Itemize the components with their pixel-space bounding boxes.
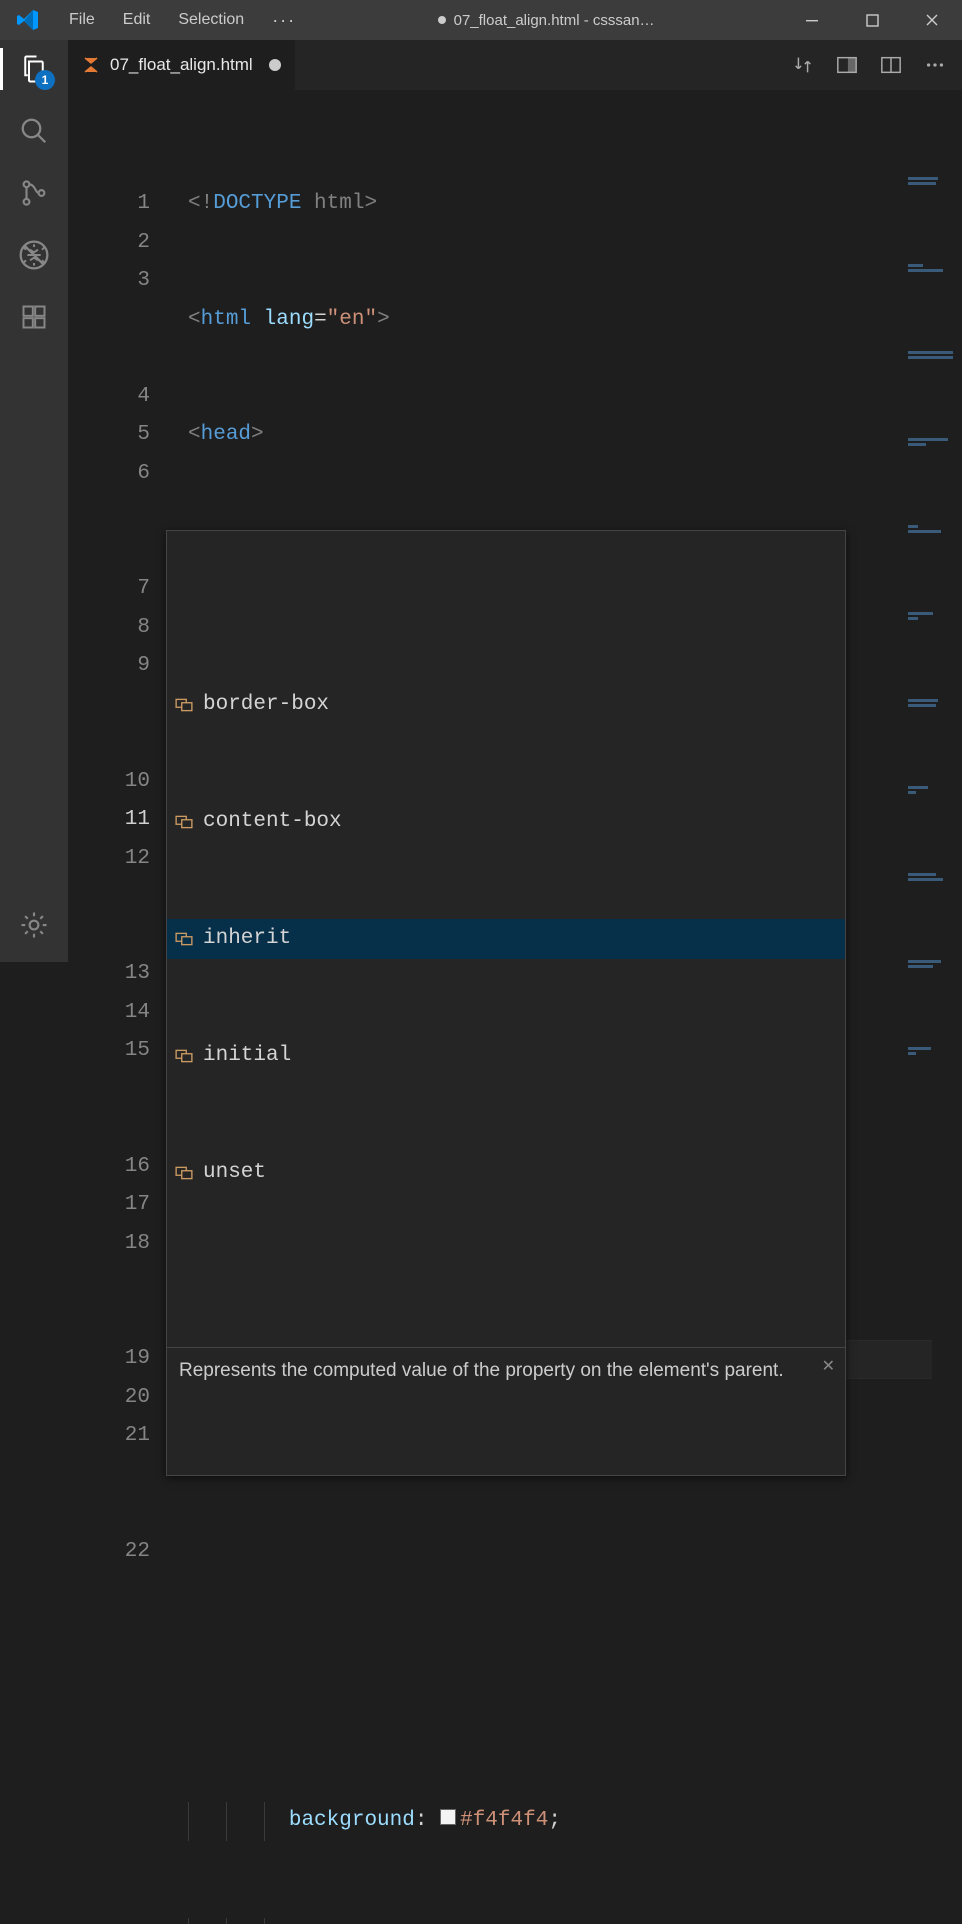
tab-filename: 07_float_align.html	[110, 55, 253, 75]
minimap[interactable]	[908, 100, 958, 1134]
settings-gear-icon[interactable]	[17, 908, 51, 942]
suggestion-documentation: Represents the computed value of the pro…	[167, 1347, 845, 1398]
suggestion-item[interactable]: unset	[167, 1153, 845, 1193]
close-button[interactable]	[902, 0, 962, 40]
suggestion-item[interactable]: initial	[167, 1036, 845, 1076]
main-menu: File Edit Selection ···	[55, 0, 310, 40]
split-editor-icon[interactable]	[878, 52, 904, 78]
enum-icon	[175, 1047, 193, 1065]
html-file-icon	[82, 56, 100, 74]
enum-icon	[175, 1164, 193, 1182]
explorer-icon[interactable]: 1	[17, 52, 51, 86]
tab-unsaved-dot	[269, 59, 281, 71]
menu-file[interactable]: File	[55, 0, 109, 40]
suggestion-item[interactable]: border-box	[167, 685, 845, 725]
source-control-icon[interactable]	[17, 176, 51, 210]
window-title: 07_float_align.html - csssan…	[310, 12, 782, 29]
suggestion-list[interactable]: border-box content-box inherit initial u…	[167, 608, 845, 1270]
suggestion-widget[interactable]: border-box content-box inherit initial u…	[166, 530, 846, 1476]
titlebar: File Edit Selection ··· 07_float_align.h…	[0, 0, 962, 40]
activity-bar: 1	[0, 40, 68, 962]
menu-edit[interactable]: Edit	[109, 0, 165, 40]
menu-overflow[interactable]: ···	[258, 0, 310, 40]
enum-icon	[175, 696, 193, 714]
unsaved-indicator-dot	[438, 16, 446, 24]
enum-icon	[175, 813, 193, 831]
debug-icon[interactable]	[17, 238, 51, 272]
color-swatch[interactable]	[440, 1809, 456, 1825]
editor[interactable]: 07_float_align.html 123 456 789 101112 1…	[68, 40, 962, 962]
tab-actions	[790, 40, 962, 90]
window-controls	[782, 0, 962, 40]
search-icon[interactable]	[17, 114, 51, 148]
enum-icon	[175, 930, 193, 948]
menu-selection[interactable]: Selection	[164, 0, 258, 40]
more-actions-icon[interactable]	[922, 52, 948, 78]
editor-tab[interactable]: 07_float_align.html	[68, 40, 296, 90]
close-icon[interactable]: ✕	[822, 1356, 835, 1378]
extensions-icon[interactable]	[17, 300, 51, 334]
compare-changes-icon[interactable]	[790, 52, 816, 78]
line-gutter: 123 456 789 101112 131415 161718 192021 …	[68, 108, 168, 1648]
code-editor[interactable]: 123 456 789 101112 131415 161718 192021 …	[68, 90, 962, 514]
maximize-button[interactable]	[842, 0, 902, 40]
minimize-button[interactable]	[782, 0, 842, 40]
explorer-badge: 1	[35, 70, 55, 90]
split-editor-right-icon[interactable]	[834, 52, 860, 78]
vscode-logo	[0, 8, 55, 32]
tab-bar: 07_float_align.html	[68, 40, 962, 90]
suggestion-item-selected[interactable]: inherit	[167, 919, 845, 959]
suggestion-item[interactable]: content-box	[167, 802, 845, 842]
window-title-text: 07_float_align.html - csssan…	[454, 12, 655, 29]
